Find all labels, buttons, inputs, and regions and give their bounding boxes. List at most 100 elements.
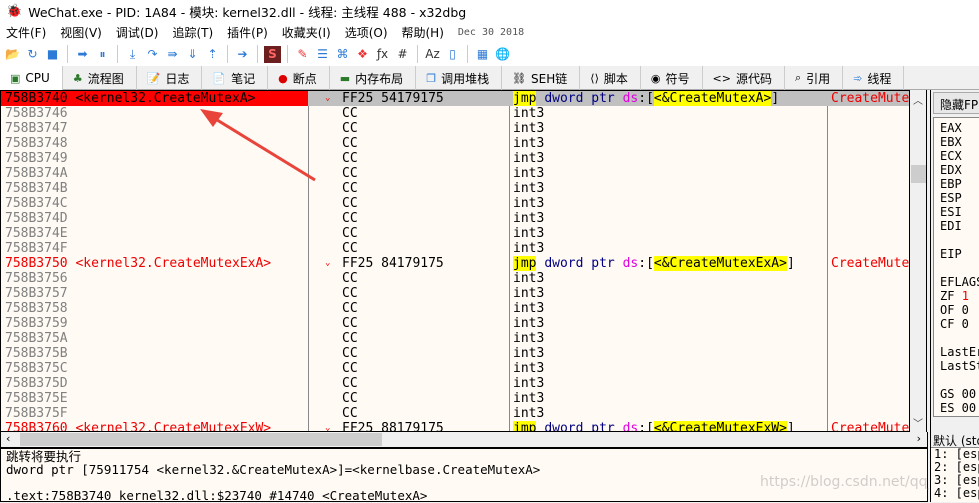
disasm-row[interactable]: 758B3757 CC int3 [1,286,909,301]
function-icon[interactable]: ƒx [374,46,391,63]
register-line[interactable]: ECX [940,149,979,163]
menu-item[interactable]: 文件(F) [6,24,46,41]
scroll-thumb[interactable] [911,165,926,183]
disassembly-view[interactable]: 758B3740 <kernel32.CreateMutexA> ⌄ FF25 54… [0,90,910,432]
tab-seh[interactable]: ⛓ SEH链 [502,66,581,90]
vertical-scrollbar[interactable]: ︿ ﹀ [910,90,927,432]
register-line[interactable]: LastError [940,345,979,359]
tab-tree[interactable]: ♣ 流程图 [63,66,137,90]
menu-item[interactable]: 插件(P) [227,24,268,41]
execute-till-return-icon[interactable]: ⇡ [204,46,221,63]
patch-icon[interactable]: ✎ [294,46,311,63]
disasm-row[interactable]: 758B374F CC int3 [1,241,909,256]
disasm-row[interactable]: 758B375F CC int3 [1,406,909,421]
menu-item[interactable]: 收藏夹(I) [282,24,331,41]
horizontal-scrollbar[interactable]: ‹ › [0,432,928,448]
disasm-row[interactable]: 758B3748 CC int3 [1,136,909,151]
disasm-row[interactable]: 758B3749 CC int3 [1,151,909,166]
device-icon[interactable]: ▯ [444,46,461,63]
tab-memory[interactable]: ▬ 内存布局 [330,66,417,90]
run-icon[interactable]: ➡ [74,46,91,63]
register-line[interactable]: ES 00 [940,401,979,415]
label-icon[interactable]: ⌘ [334,46,351,63]
register-line[interactable]: EBX [940,135,979,149]
register-line[interactable]: LastStatus [940,359,979,373]
tab-log[interactable]: 📝 日志 [137,66,203,90]
run-to-user-code-icon[interactable]: ➔ [234,46,251,63]
register-line[interactable]: GS 00 [940,387,979,401]
menu-item[interactable]: 选项(O) [345,24,388,41]
menu-item[interactable]: 视图(V) [60,24,102,41]
disasm-row[interactable]: 758B375E CC int3 [1,391,909,406]
hide-fpu-button[interactable]: 隐藏FPU [933,92,979,114]
disasm-row[interactable]: 758B375D CC int3 [1,376,909,391]
tab-thread[interactable]: ➾ 线程 [843,66,905,90]
scroll-thumb[interactable] [20,433,382,446]
disasm-row[interactable]: 758B374C CC int3 [1,196,909,211]
disasm-row[interactable]: 758B374D CC int3 [1,211,909,226]
restart-icon[interactable]: ↻ [24,46,41,63]
register-list[interactable]: EAXEBXECXEDXEBPESPESIEDI EIP EFLAGSZF 1OF … [933,117,979,417]
register-line[interactable]: CF 0 [940,317,979,331]
register-line[interactable]: OF 0 [940,303,979,317]
menu-item[interactable]: 调试(D) [116,24,159,41]
register-line[interactable]: CS 00 [940,415,979,416]
step-over-icon[interactable]: ↷ [144,46,161,63]
tab-notes[interactable]: 📄 笔记 [202,66,269,90]
register-line[interactable]: ESP [940,191,979,205]
comment-icon[interactable]: ☰ [314,46,331,63]
register-line[interactable]: ZF 1 [940,289,979,303]
tab-symbol[interactable]: ◉ 符号 [641,66,703,90]
tab-search[interactable]: ⌕ 引用 [785,66,844,90]
stop-icon[interactable]: ■ [44,46,61,63]
register-line[interactable]: ESI [940,205,979,219]
disasm-row[interactable]: 758B375B CC int3 [1,346,909,361]
register-line[interactable] [940,373,979,387]
register-line[interactable]: EDI [940,219,979,233]
tab-callstack[interactable]: ❐ 调用堆栈 [416,66,503,90]
tab-breakpoint[interactable]: ● 断点 [268,66,330,90]
disasm-row[interactable]: 758B374B CC int3 [1,181,909,196]
calculator-icon[interactable]: ▦ [474,46,491,63]
tab-source[interactable]: <> 源代码 [703,66,785,90]
tab-cpu[interactable]: ▣ CPU [0,66,63,90]
scroll-down-icon[interactable]: ﹀ [910,415,926,430]
register-line[interactable] [940,261,979,275]
globe-icon[interactable]: 🌐 [494,46,511,63]
register-line[interactable]: EDX [940,163,979,177]
menu-item[interactable]: 追踪(T) [172,24,213,41]
font-icon[interactable]: Az [424,46,441,63]
disasm-row[interactable]: 758B3750 <kernel32.CreateMutexExA> ⌄ FF25 … [1,256,909,271]
disasm-row[interactable]: 758B375A CC int3 [1,331,909,346]
disasm-row[interactable]: 758B3747 CC int3 [1,121,909,136]
register-line[interactable]: EAX [940,121,979,135]
disasm-row[interactable]: 758B3756 CC int3 [1,271,909,286]
register-line[interactable] [940,331,979,345]
disasm-row[interactable]: 758B374E CC int3 [1,226,909,241]
disasm-row[interactable]: 758B375C CC int3 [1,361,909,376]
register-line[interactable]: EFLAGS [940,275,979,289]
tab-script[interactable]: ⟨⟩ 脚本 [580,66,641,90]
disasm-row[interactable]: 758B3758 CC int3 [1,301,909,316]
trace-into-icon[interactable]: ⇛ [164,46,181,63]
calling-convention-select[interactable]: 默认 (stdcall) [931,430,979,448]
pause-icon[interactable]: ⏸ [94,46,111,63]
disasm-row[interactable]: 758B374A CC int3 [1,166,909,181]
disasm-row[interactable]: 758B3760 <kernel32.CreateMutexExW> ⌄ FF25 … [1,421,909,431]
disasm-row[interactable]: 758B3740 <kernel32.CreateMutexA> ⌄ FF25 54… [1,91,909,106]
disasm-row[interactable]: 758B3759 CC int3 [1,316,909,331]
scroll-right-icon[interactable]: › [917,432,921,445]
register-line[interactable] [940,233,979,247]
open-icon[interactable]: 📂 [4,46,21,63]
scroll-left-icon[interactable]: ‹ [6,432,10,445]
scroll-up-icon[interactable]: ︿ [910,92,926,107]
step-into-icon[interactable]: ⤓ [124,46,141,63]
disasm-row[interactable]: 758B3746 CC int3 [1,106,909,121]
register-line[interactable]: EIP [940,247,979,261]
stack-arg-line[interactable]: 4: [esp+10] [931,487,979,500]
bookmark-icon[interactable]: ❖ [354,46,371,63]
hash-icon[interactable]: # [394,46,411,63]
scylla-icon[interactable]: S [264,45,281,63]
menu-item[interactable]: 帮助(H) [402,24,444,41]
trace-over-icon[interactable]: ⇓ [184,46,201,63]
